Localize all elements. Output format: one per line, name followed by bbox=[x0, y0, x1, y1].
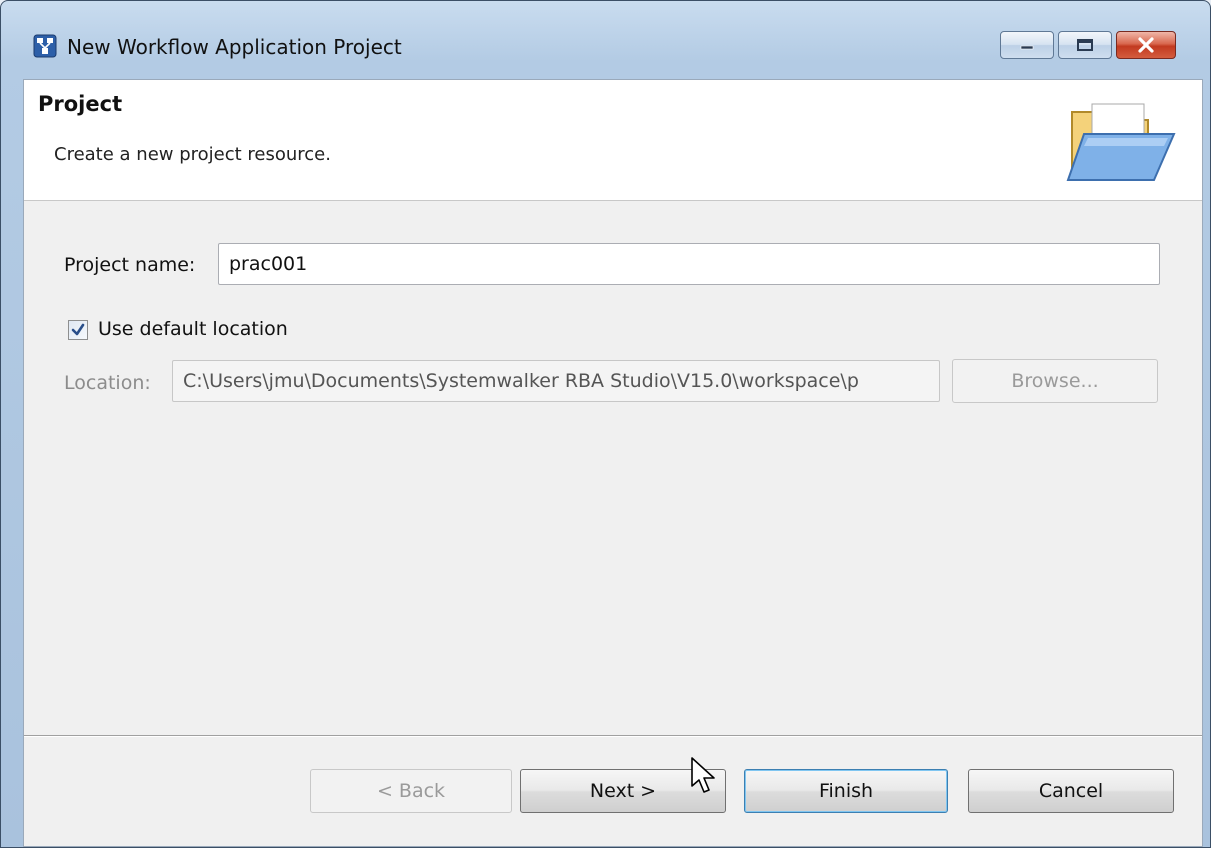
location-input[interactable]: C:\Users\jmu\Documents\Systemwalker RBA … bbox=[172, 360, 940, 402]
browse-button[interactable]: Browse... bbox=[952, 359, 1158, 403]
page-description: Create a new project resource. bbox=[54, 144, 331, 165]
maximize-icon bbox=[1077, 39, 1093, 51]
dialog-client-area: Project Create a new project resource. P… bbox=[23, 79, 1203, 847]
window-controls bbox=[1000, 31, 1176, 59]
title-bar[interactable]: New Workflow Application Project bbox=[1, 1, 1210, 59]
close-icon bbox=[1138, 37, 1154, 53]
project-name-input[interactable]: prac001 bbox=[218, 243, 1160, 285]
page-title: Project bbox=[38, 92, 123, 116]
location-label: Location: bbox=[64, 372, 151, 394]
use-default-location-label: Use default location bbox=[98, 318, 288, 340]
back-button[interactable]: < Back bbox=[310, 769, 512, 813]
cancel-button[interactable]: Cancel bbox=[968, 769, 1174, 813]
minimize-icon bbox=[1020, 45, 1034, 50]
minimize-button[interactable] bbox=[1000, 31, 1054, 59]
dialog-window: New Workflow Application Project Project… bbox=[0, 0, 1211, 848]
workflow-app-icon bbox=[33, 34, 57, 58]
folder-open-icon bbox=[1066, 103, 1176, 181]
wizard-banner: Project Create a new project resource. bbox=[24, 80, 1202, 201]
checkmark-icon bbox=[71, 323, 85, 336]
finish-button[interactable]: Finish bbox=[744, 769, 948, 813]
window-title: New Workflow Application Project bbox=[67, 35, 402, 59]
maximize-button[interactable] bbox=[1058, 31, 1112, 59]
mouse-pointer-icon bbox=[691, 757, 715, 793]
use-default-location-checkbox[interactable] bbox=[68, 320, 88, 340]
footer-separator bbox=[24, 735, 1202, 737]
close-button[interactable] bbox=[1116, 31, 1176, 59]
project-name-label: Project name: bbox=[64, 254, 196, 276]
